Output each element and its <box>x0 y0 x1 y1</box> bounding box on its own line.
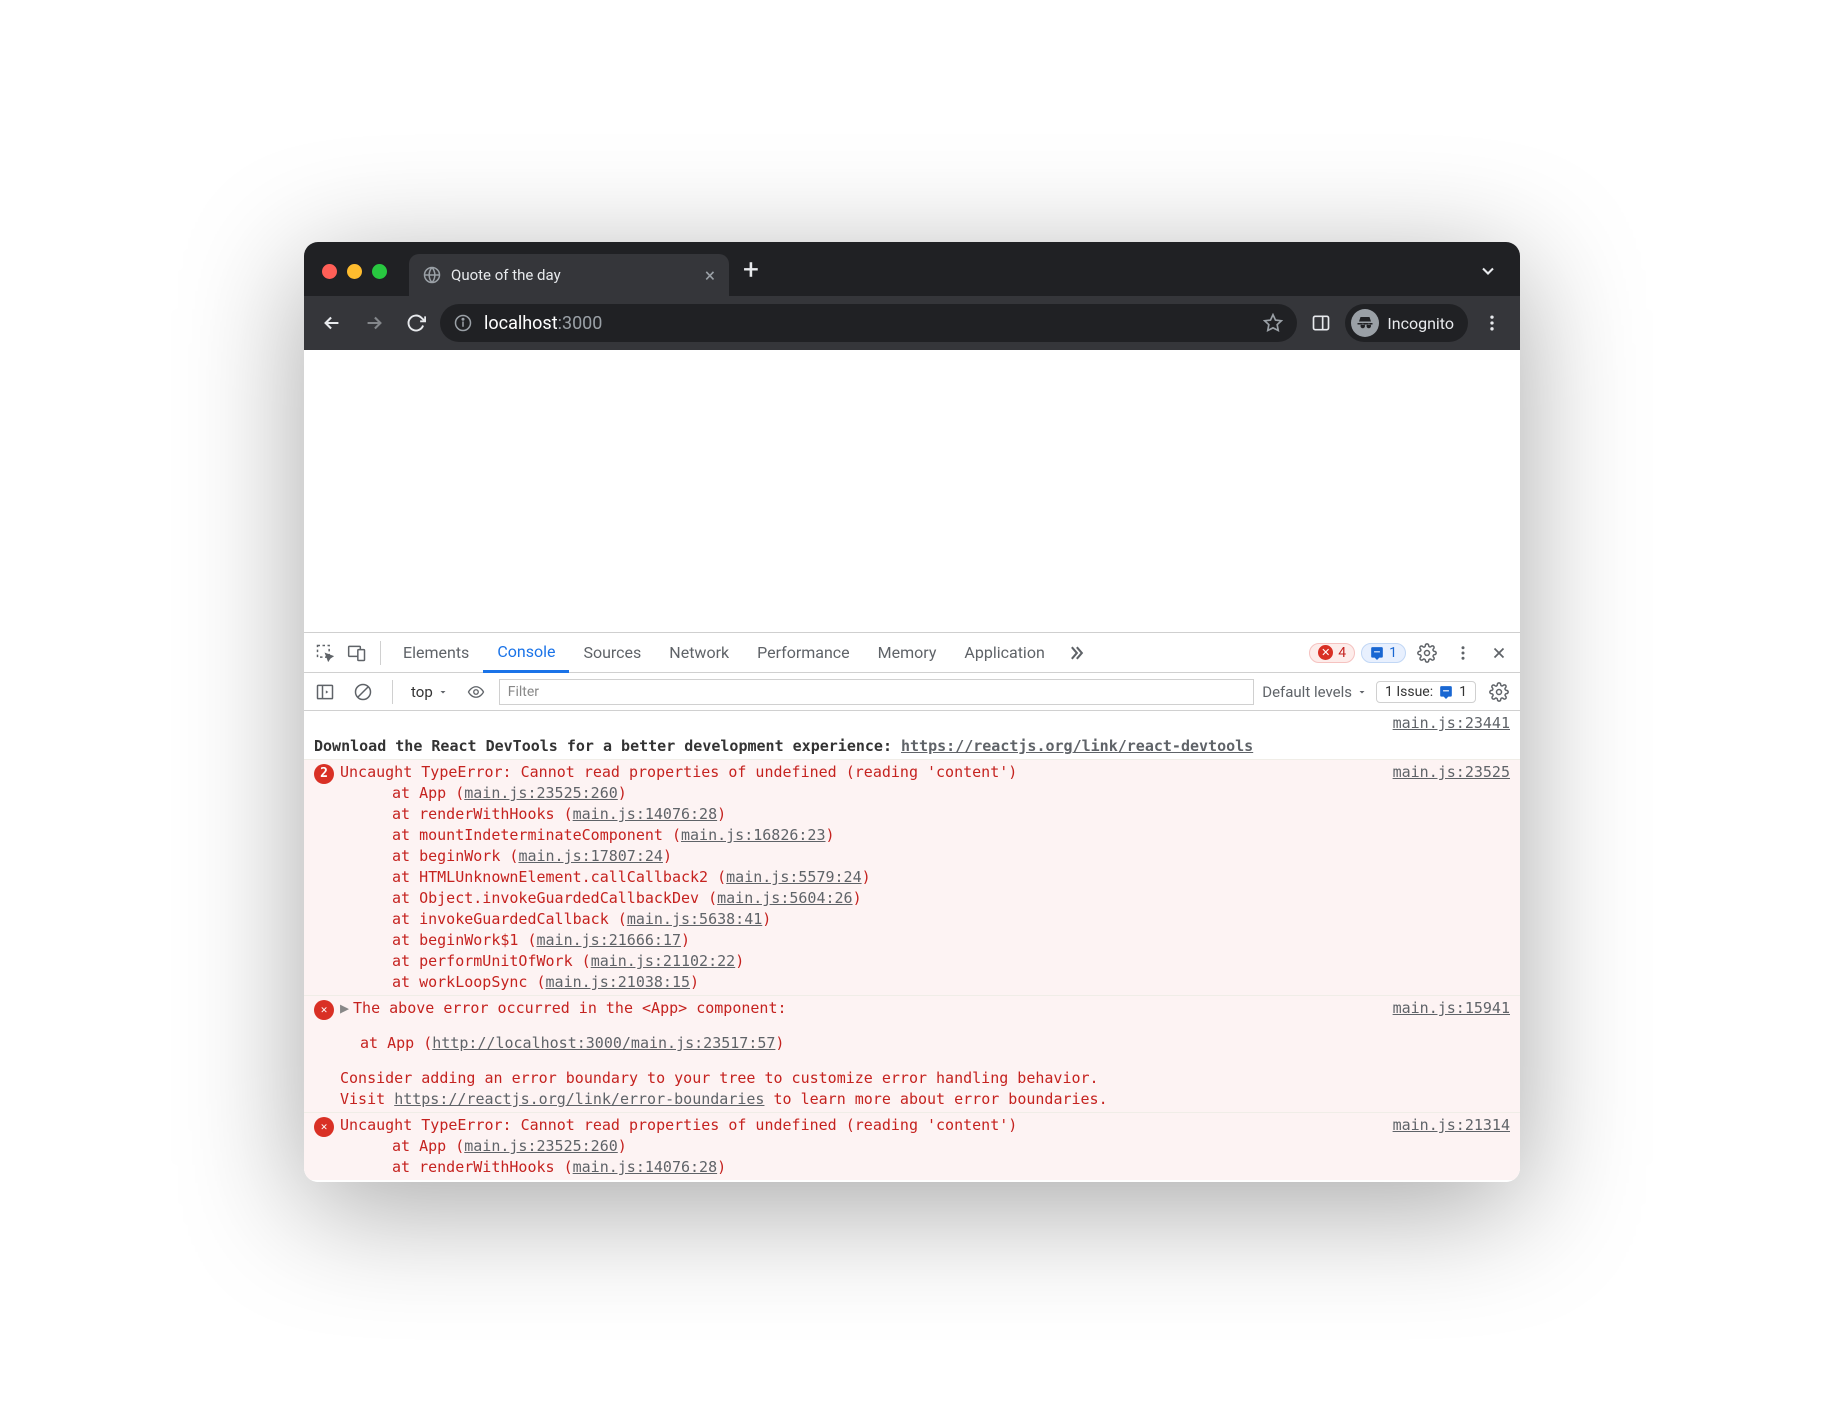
console-error: 2 Uncaught TypeError: Cannot read proper… <box>304 760 1520 996</box>
devtools-tab-memory[interactable]: Memory <box>864 633 951 673</box>
error-icon <box>314 1117 334 1137</box>
react-devtools-link[interactable]: https://reactjs.org/link/react-devtools <box>901 737 1253 755</box>
source-link[interactable]: main.js:23525:260 <box>464 1137 618 1155</box>
devtools-tab-elements[interactable]: Elements <box>389 633 483 673</box>
console-toolbar: top Filter Default levels 1 Issue: 1 <box>304 673 1520 711</box>
tab-search-button[interactable] <box>1470 261 1506 296</box>
console-settings-button[interactable] <box>1484 677 1514 707</box>
new-tab-button[interactable]: + <box>729 253 773 296</box>
reload-button[interactable] <box>398 305 434 341</box>
error-text: Consider adding an error boundary to you… <box>340 1068 1381 1089</box>
console-message: Download the React DevTools for a better… <box>304 734 1520 760</box>
console-message: main.js:23441 <box>304 711 1520 734</box>
tab-title: Quote of the day <box>451 266 561 284</box>
error-title: Uncaught TypeError: Cannot read properti… <box>340 762 1381 783</box>
browser-window: Quote of the day × + localhost:3000 <box>304 242 1520 1182</box>
devtools-tab-sources[interactable]: Sources <box>569 633 655 673</box>
more-tabs-button[interactable] <box>1061 638 1091 668</box>
console-output: main.js:23441 Download the React DevTool… <box>304 711 1520 1182</box>
back-button[interactable] <box>314 305 350 341</box>
url-text: localhost:3000 <box>484 313 602 334</box>
window-controls <box>318 264 409 296</box>
error-icon <box>314 1000 334 1020</box>
browser-tab[interactable]: Quote of the day × <box>409 254 729 296</box>
source-link[interactable]: main.js:15941 <box>1381 998 1510 1110</box>
source-link[interactable]: main.js:21666:17 <box>537 931 682 949</box>
page-viewport <box>304 350 1520 632</box>
source-link[interactable]: main.js:21102:22 <box>591 952 736 970</box>
close-window-button[interactable] <box>322 264 337 279</box>
message-text: Download the React DevTools for a better… <box>314 736 1510 757</box>
source-link[interactable]: main.js:23525:260 <box>464 784 618 802</box>
bookmark-button[interactable] <box>1263 313 1283 333</box>
error-boundaries-link[interactable]: https://reactjs.org/link/error-boundarie… <box>394 1090 764 1108</box>
clear-console-button[interactable] <box>348 677 378 707</box>
devtools-tab-network[interactable]: Network <box>655 633 743 673</box>
forward-button[interactable] <box>356 305 392 341</box>
devtools-settings-button[interactable] <box>1412 638 1442 668</box>
devtools-tab-performance[interactable]: Performance <box>743 633 864 673</box>
error-count-badge[interactable]: ✕4 <box>1309 643 1355 663</box>
browser-menu-button[interactable] <box>1474 305 1510 341</box>
titlebar: Quote of the day × + <box>304 242 1520 296</box>
source-link[interactable]: main.js:5638:41 <box>627 910 762 928</box>
log-levels-selector[interactable]: Default levels <box>1262 683 1368 701</box>
context-selector[interactable]: top <box>407 683 453 701</box>
device-toolbar-button[interactable] <box>342 638 372 668</box>
source-link[interactable]: http://localhost:3000/main.js:23517:57 <box>432 1034 775 1052</box>
source-link[interactable]: main.js:14076:28 <box>573 805 718 823</box>
issues-button[interactable]: 1 Issue: 1 <box>1376 681 1476 703</box>
error-count-icon: 2 <box>314 764 334 784</box>
devtools-panel: ElementsConsoleSourcesNetworkPerformance… <box>304 632 1520 1182</box>
side-panel-button[interactable] <box>1303 305 1339 341</box>
error-text: The above error occurred in the <App> co… <box>353 999 786 1017</box>
stack-trace: at App (main.js:23525:260)at renderWithH… <box>340 1136 1381 1178</box>
source-link[interactable]: main.js:23441 <box>1381 713 1510 734</box>
incognito-badge[interactable]: Incognito <box>1345 304 1468 342</box>
source-link[interactable]: main.js:17807:24 <box>518 847 663 865</box>
source-link[interactable]: main.js:23525 <box>1381 762 1510 993</box>
error-title: Uncaught TypeError: Cannot read properti… <box>340 1115 1381 1136</box>
devtools-close-button[interactable] <box>1484 638 1514 668</box>
stack-trace: at App (main.js:23525:260)at renderWithH… <box>340 783 1381 993</box>
source-link[interactable]: main.js:5604:26 <box>717 889 852 907</box>
filter-input[interactable]: Filter <box>499 679 1254 705</box>
live-expression-button[interactable] <box>461 677 491 707</box>
source-link[interactable]: main.js:16826:23 <box>681 826 826 844</box>
devtools-tab-application[interactable]: Application <box>950 633 1058 673</box>
minimize-window-button[interactable] <box>347 264 362 279</box>
address-bar: localhost:3000 Incognito <box>304 296 1520 350</box>
inspect-element-button[interactable] <box>310 638 340 668</box>
globe-icon <box>423 266 441 284</box>
site-info-icon[interactable] <box>454 314 472 332</box>
incognito-icon <box>1351 309 1379 337</box>
info-count-badge[interactable]: 1 <box>1361 643 1406 663</box>
devtools-tabbar: ElementsConsoleSourcesNetworkPerformance… <box>304 633 1520 673</box>
console-error: Uncaught TypeError: Cannot read properti… <box>304 1113 1520 1180</box>
source-link[interactable]: main.js:5579:24 <box>726 868 861 886</box>
source-link[interactable]: main.js:21314 <box>1381 1115 1510 1178</box>
console-sidebar-toggle[interactable] <box>310 677 340 707</box>
console-error: ▶The above error occurred in the <App> c… <box>304 996 1520 1113</box>
maximize-window-button[interactable] <box>372 264 387 279</box>
incognito-label: Incognito <box>1387 314 1454 333</box>
source-link[interactable]: main.js:14076:28 <box>573 1158 718 1176</box>
disclosure-triangle-icon[interactable]: ▶ <box>340 999 349 1017</box>
devtools-menu-button[interactable] <box>1448 638 1478 668</box>
devtools-tab-console[interactable]: Console <box>483 633 569 673</box>
close-tab-button[interactable]: × <box>705 264 715 287</box>
source-link[interactable]: main.js:21038:15 <box>546 973 691 991</box>
url-field[interactable]: localhost:3000 <box>440 304 1297 342</box>
